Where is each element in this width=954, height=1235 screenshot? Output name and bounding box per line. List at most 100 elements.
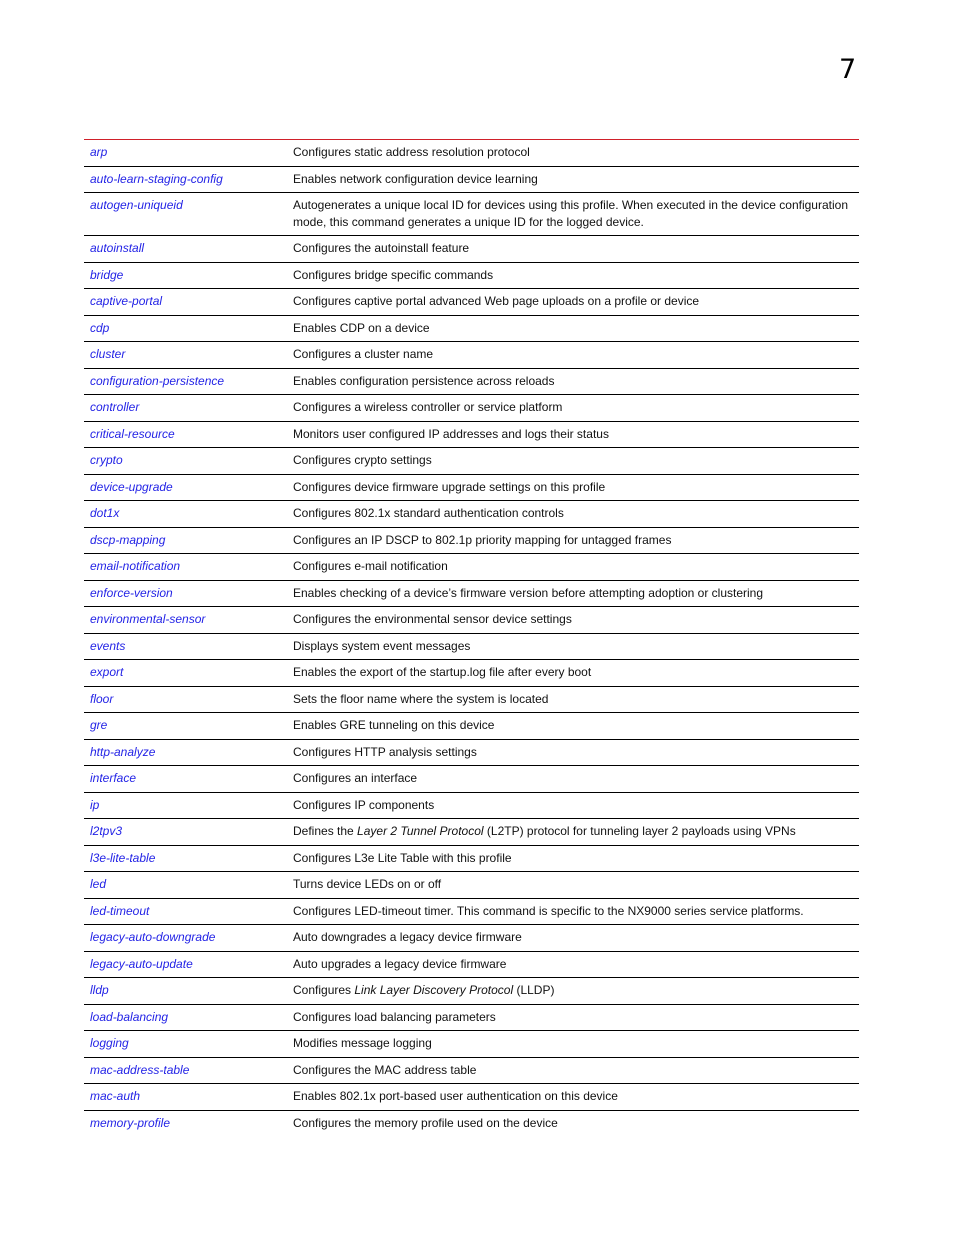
description-text: (LLDP) [513,983,555,997]
command-cell: cluster [84,341,287,369]
command-link[interactable]: autogen-uniqueid [90,198,183,212]
table-row: mac-auth Enables 802.1x port-based user a… [84,1083,859,1111]
description-text: Configures 802.1x standard authenticatio… [293,506,564,520]
table-row: dot1x Configures 802.1x standard authenti… [84,500,859,528]
command-link[interactable]: autoinstall [90,241,144,255]
description-text: Monitors user configured IP addresses an… [293,426,609,441]
table-row: ip Configures IP components [84,792,859,819]
command-cell: configuration-persistence [84,368,287,395]
command-table: arp Configures static address resolution … [84,139,859,1136]
command-link[interactable]: mac-address-table [90,1063,189,1077]
description-cell: Configures static address resolution pro… [287,139,859,167]
table-row: legacy-auto-update Auto upgrades a legacy… [84,951,859,978]
command-link[interactable]: legacy-auto-downgrade [90,930,215,944]
command-link[interactable]: dot1x [90,506,119,520]
description-text: Configures bridge specific commands [293,267,494,282]
description-cell: Enables CDP on a device [287,315,859,342]
command-link[interactable]: dscp-mapping [90,533,165,547]
command-cell: events [84,633,287,660]
table-row: cluster Configures a cluster name [84,341,859,369]
command-link[interactable]: critical-resource [90,427,175,441]
command-link[interactable]: configuration-persistence [90,374,224,388]
command-link[interactable]: environmental-sensor [90,612,205,626]
description-cell: Configures LED-timeout timer. This comma… [287,898,859,925]
table-row: critical-resource Monitors user configure… [84,421,859,448]
command-link[interactable]: device-upgrade [90,480,173,494]
command-link[interactable]: interface [90,771,136,785]
command-link[interactable]: l2tpv3 [90,824,122,838]
command-cell: lldp [84,977,287,1005]
command-link[interactable]: legacy-auto-update [90,957,193,971]
description-text: Configures load balancing parameters [293,1009,496,1024]
description-cell: Enables checking of a device’s firmware … [287,580,859,607]
description-cell: Configures the MAC address table [287,1057,859,1084]
description-text: Configures crypto settings [293,453,432,467]
command-link[interactable]: export [90,665,123,679]
command-cell: legacy-auto-downgrade [84,924,287,952]
table-row: events Displays system event messages [84,633,859,660]
table-row: auto-learn-staging-config Enables network… [84,166,859,193]
command-cell: floor [84,686,287,713]
table-row: mac-address-table Configures the MAC addr… [84,1057,859,1084]
description-text: Configures device firmware upgrade setti… [293,479,606,494]
command-cell: interface [84,765,287,793]
table-row: controller Configures a wireless controll… [84,394,859,422]
table-row: floor Sets the floor name where the syste… [84,686,859,713]
description-text: Configures IP components [293,797,435,812]
command-cell: autogen-uniqueid [84,192,287,236]
description-text: (L2TP) protocol for tunneling layer 2 pa… [483,824,796,838]
description-text: Configures the environmental sensor devi… [293,612,572,626]
command-link[interactable]: led-timeout [90,904,149,918]
description-text: Enables network configuration device lea… [293,171,538,186]
table-row: device-upgrade Configures device firmware… [84,474,859,501]
command-link[interactable]: logging [90,1036,129,1050]
command-link[interactable]: events [90,639,125,653]
command-link[interactable]: gre [90,718,107,732]
description-cell: Configures the environmental sensor devi… [287,606,859,634]
command-link[interactable]: load-balancing [90,1010,168,1024]
table-row: configuration-persistence Enables configu… [84,368,859,395]
description-text: Configures LED-timeout timer. This comma… [293,903,804,918]
description-cell: Enables network configuration device lea… [287,166,859,193]
command-link[interactable]: ip [90,798,99,812]
command-link[interactable]: enforce-version [90,586,173,600]
description-cell: Configures an interface [287,765,859,793]
command-cell: autoinstall [84,235,287,263]
description-cell: Configures captive portal advanced Web p… [287,288,859,316]
command-cell: crypto [84,447,287,475]
description-cell: Configures a wireless controller or serv… [287,394,859,422]
command-link[interactable]: email-notification [90,559,180,573]
command-link[interactable]: arp [90,145,107,159]
command-link[interactable]: controller [90,400,139,414]
table-row: led Turns device LEDs on or off [84,871,859,899]
table-row: l2tpv3 Defines the Layer 2 Tunnel Protoco… [84,818,859,846]
command-link[interactable]: floor [90,692,113,706]
command-link[interactable]: led [90,877,106,891]
command-link[interactable]: cluster [90,347,125,361]
command-link[interactable]: l3e-lite-table [90,851,155,865]
command-link[interactable]: cdp [90,321,109,335]
command-link[interactable]: memory-profile [90,1116,170,1130]
description-cell: Configures the autoinstall feature [287,235,859,263]
description-cell: Configures an IP DSCP to 802.1p priority… [287,527,859,554]
command-link[interactable]: auto-learn-staging-config [90,172,223,186]
command-link[interactable]: bridge [90,268,123,282]
command-cell: environmental-sensor [84,606,287,634]
description-text: Defines the [293,824,358,838]
command-link[interactable]: lldp [90,983,109,997]
command-link[interactable]: http-analyze [90,745,155,759]
command-cell: email-notification [84,553,287,581]
command-link[interactable]: mac-auth [90,1089,140,1103]
command-link[interactable]: captive-portal [90,294,162,308]
command-cell: load-balancing [84,1004,287,1031]
table-row: cdp Enables CDP on a device [84,315,859,342]
description-text: Configures HTTP analysis settings [293,744,477,759]
description-cell: Configures load balancing parameters [287,1004,859,1031]
command-cell: captive-portal [84,288,287,316]
command-link[interactable]: crypto [90,453,123,467]
description-cell: Sets the floor name where the system is … [287,686,859,713]
description-cell: Enables the export of the startup.log fi… [287,659,859,687]
command-cell: auto-learn-staging-config [84,166,287,193]
description-text: Enables CDP on a device [293,320,430,335]
table-row: interface Configures an interface [84,765,859,793]
